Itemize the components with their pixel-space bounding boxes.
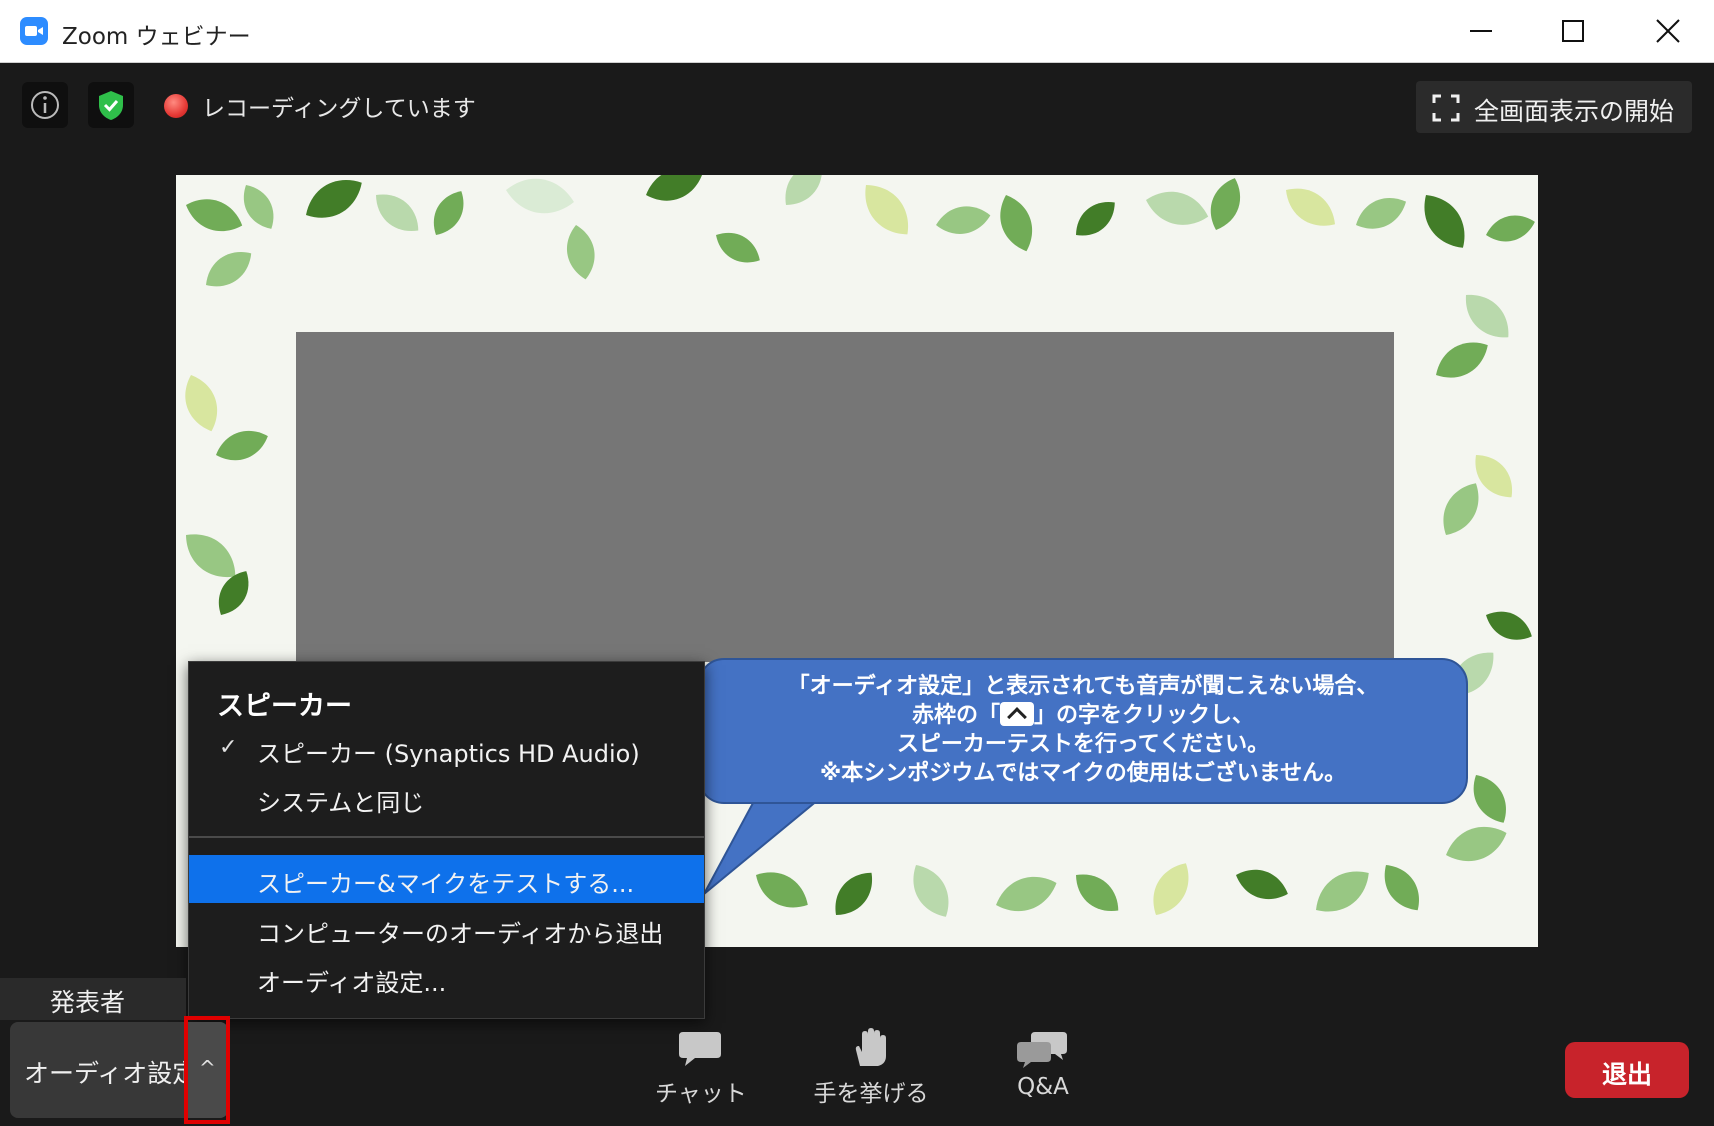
recording-status: レコーディングしています	[202, 96, 476, 122]
security-button[interactable]	[88, 82, 134, 128]
window-title: Zoom ウェビナー	[62, 24, 251, 50]
recording-indicator-icon	[164, 94, 188, 118]
raise-hand-icon	[855, 1028, 886, 1066]
callout-pointer	[703, 790, 832, 895]
menu-item-same-as-system[interactable]: システムと同じ	[189, 774, 704, 822]
minimize-button[interactable]	[1450, 10, 1510, 52]
menu-item-test-speaker-mic[interactable]: スピーカー&マイクをテストする...	[189, 855, 704, 903]
chat-button[interactable]: チャット	[655, 1028, 747, 1108]
callout-line-4: ※本シンポジウムではマイクの使用はございません。	[819, 761, 1347, 786]
presentation-placeholder	[296, 332, 1394, 662]
menu-heading-speaker: スピーカー	[217, 691, 352, 722]
annotation-red-frame	[184, 1016, 230, 1124]
callout-line-3: スピーカーテストを行ってください。	[896, 732, 1270, 757]
checkmark-icon: ✓	[219, 735, 238, 760]
menu-item-leave-computer-audio[interactable]: コンピューターのオーディオから退出	[189, 905, 704, 953]
qa-icon	[1017, 1032, 1067, 1068]
fullscreen-icon	[1432, 94, 1460, 122]
menu-divider	[189, 836, 704, 838]
instruction-callout: 「オーディオ設定」と表示されても音声が聞こえない場合、 赤枠の「 」の字をクリック…	[698, 658, 1468, 804]
caret-up-icon	[1000, 702, 1034, 726]
raise-hand-button[interactable]: 手を挙げる	[806, 1028, 936, 1108]
fullscreen-button[interactable]: 全画面表示の開始	[1416, 81, 1692, 133]
shield-check-icon	[99, 91, 123, 120]
qa-button[interactable]: Q&A	[1003, 1028, 1083, 1100]
leave-button[interactable]: 退出	[1565, 1042, 1689, 1098]
menu-item-audio-settings[interactable]: オーディオ設定...	[189, 954, 704, 1002]
callout-line-1: 「オーディオ設定」と表示されても音声が聞こえない場合、	[787, 674, 1379, 699]
presenter-label: 発表者	[0, 978, 186, 1020]
info-icon	[31, 91, 59, 119]
audio-menu: スピーカー ✓ スピーカー (Synaptics HD Audio) システムと…	[188, 661, 705, 1019]
title-bar: Zoom ウェビナー	[0, 0, 1714, 63]
menu-item-speaker-device[interactable]: ✓ スピーカー (Synaptics HD Audio)	[189, 725, 704, 773]
zoom-logo-icon	[20, 17, 48, 45]
fullscreen-label: 全画面表示の開始	[1474, 97, 1675, 126]
audio-settings-button[interactable]: オーディオ設定	[10, 1022, 197, 1118]
maximize-button[interactable]	[1543, 10, 1603, 52]
chat-icon	[679, 1032, 721, 1066]
close-button[interactable]	[1637, 10, 1697, 52]
callout-line-2: 赤枠の「 」の字をクリックし、	[911, 702, 1255, 728]
meeting-info-button[interactable]	[22, 82, 68, 128]
